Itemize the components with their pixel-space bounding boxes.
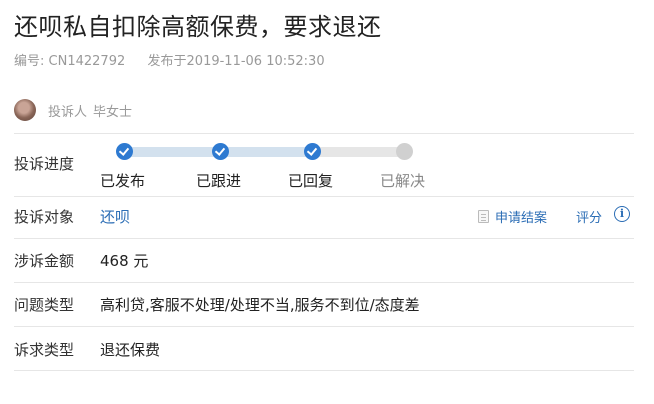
target-link[interactable]: 还呗 (100, 206, 130, 227)
divider (14, 370, 634, 371)
complaint-meta: 编号: CN1422792 发布于2019-11-06 10:52:30 (14, 50, 325, 69)
id-value: CN1422792 (48, 54, 126, 69)
progress-step-3-check-icon (304, 143, 321, 160)
apply-close-button[interactable]: 申请结案 (478, 207, 547, 226)
issue-type-value: 高利贷,客服不处理/处理不当,服务不到位/态度差 (100, 296, 420, 314)
progress-step-2-label: 已跟进 (196, 172, 242, 190)
author-name: 毕女士 (93, 104, 133, 120)
avatar (14, 99, 36, 121)
progress-step-3-label: 已回复 (288, 172, 334, 190)
id-label: 编号: (14, 54, 45, 69)
document-icon (478, 210, 489, 223)
divider (14, 326, 634, 327)
progress-label: 投诉进度 (14, 155, 75, 173)
progress-step-1-check-icon (116, 143, 133, 160)
progress-step-4-label: 已解决 (380, 172, 426, 190)
amount-label: 涉诉金额 (14, 252, 75, 270)
info-icon[interactable]: i (614, 206, 630, 222)
published-value: 2019-11-06 10:52:30 (186, 54, 325, 69)
progress-step-1-label: 已发布 (100, 172, 146, 190)
author-label: 投诉人 (48, 104, 88, 120)
divider (14, 196, 634, 197)
demand-type-label: 诉求类型 (14, 341, 75, 359)
divider (14, 133, 634, 134)
rate-button[interactable]: 评分 (576, 207, 602, 226)
progress-step-2-check-icon (212, 143, 229, 160)
progress-step-4-pending-icon (396, 143, 413, 160)
author-row: 投诉人 毕女士 (14, 98, 132, 122)
issue-type-label: 问题类型 (14, 296, 75, 314)
divider (14, 238, 634, 239)
apply-close-label: 申请结案 (495, 211, 548, 226)
progress-track-todo (312, 147, 407, 157)
target-label: 投诉对象 (14, 208, 75, 226)
demand-type-value: 退还保费 (100, 341, 161, 359)
divider (14, 282, 634, 283)
published-label: 发布于 (147, 54, 187, 69)
amount-value: 468 元 (100, 252, 149, 270)
complaint-title: 还呗私自扣除高额保费，要求退还 (14, 13, 382, 41)
